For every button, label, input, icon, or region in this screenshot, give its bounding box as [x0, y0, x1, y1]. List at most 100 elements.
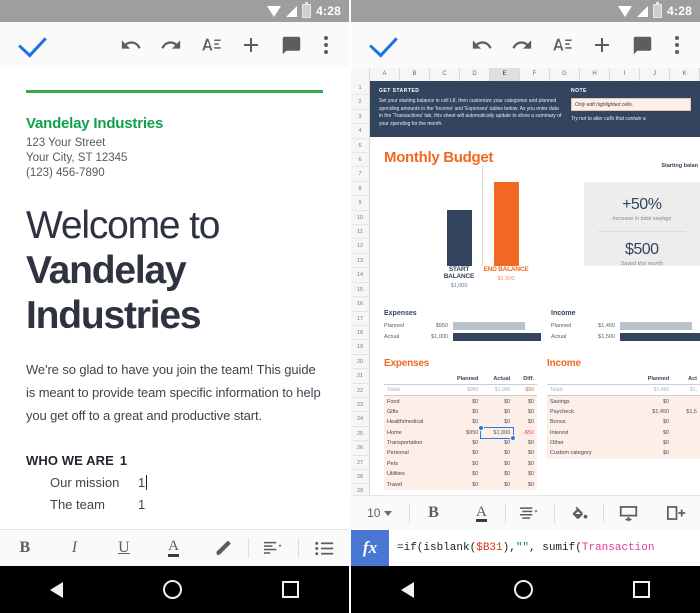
text-format-button[interactable] [542, 22, 582, 68]
toc-entry-who-we-are[interactable]: WHO WE ARE 1 [26, 453, 323, 468]
spreadsheet-canvas[interactable]: ABCDEFGHIJK 1 2 3 4 5 6 7 8 9 10 11 12 13 14 15 16 17 18 1… [351, 68, 700, 530]
category-name[interactable]: Travel [384, 479, 444, 490]
selection-handle[interactable] [478, 424, 485, 431]
planned-cell[interactable]: $0 [626, 448, 673, 459]
table-row[interactable]: Savings $0 [547, 395, 700, 407]
category-name[interactable]: Gifts [384, 406, 444, 418]
highlight-color-button[interactable] [198, 530, 248, 566]
table-row[interactable]: Home $950 $1,000 -$50 [384, 424, 537, 441]
actual-cell[interactable] [672, 417, 700, 428]
actual-cell[interactable]: $0 [481, 417, 514, 428]
category-name[interactable]: Bonus [547, 417, 627, 428]
category-name[interactable]: Interest [547, 427, 627, 438]
column-header-b[interactable]: B [400, 68, 430, 81]
category-name[interactable]: Health/medical [384, 417, 444, 428]
row-header-11[interactable]: 11 [351, 225, 369, 240]
diff-cell[interactable]: $0 [513, 406, 537, 418]
planned-cell[interactable]: $950 [443, 427, 482, 438]
table-row[interactable]: Utilities $0 $0 $0 [384, 469, 537, 480]
comment-button[interactable] [622, 22, 662, 68]
undo-button[interactable] [462, 22, 502, 68]
planned-cell[interactable]: $0 [443, 406, 482, 418]
insert-button[interactable] [582, 22, 622, 68]
row-header-1[interactable]: 1 [351, 81, 369, 96]
row-header-5[interactable]: 5 [351, 139, 369, 154]
text-color-button[interactable]: A [457, 496, 505, 530]
home-circle-icon[interactable] [514, 580, 533, 599]
underline-button[interactable]: U [99, 530, 149, 566]
italic-button[interactable]: I [50, 530, 100, 566]
comment-button[interactable] [271, 22, 311, 68]
row-header-2[interactable]: 2 [351, 95, 369, 110]
diff-cell[interactable]: $0 [513, 469, 537, 480]
actual-cell[interactable]: $0 [481, 437, 514, 449]
planned-cell[interactable]: $0 [626, 417, 673, 428]
planned-cell[interactable]: $0 [443, 479, 482, 490]
column-header-g[interactable]: G [550, 68, 580, 81]
table-row[interactable]: Paycheck $1,450 $1,5 [547, 406, 700, 418]
row-header-15[interactable]: 15 [351, 283, 369, 298]
row-header-7[interactable]: 7 [351, 167, 369, 182]
diff-cell[interactable]: $0 [513, 395, 537, 407]
planned-cell[interactable]: $1,450 [626, 406, 673, 418]
row-header-28[interactable]: 28 [351, 470, 369, 485]
row-header-16[interactable]: 16 [351, 297, 369, 312]
home-circle-icon[interactable] [163, 580, 182, 599]
table-row[interactable]: Personal $0 $0 $0 [384, 448, 537, 459]
redo-button[interactable] [502, 22, 542, 68]
column-header-h[interactable]: H [580, 68, 610, 81]
column-header-k[interactable]: K [670, 68, 700, 81]
table-row[interactable]: Bonus $0 [547, 417, 700, 428]
diff-cell[interactable]: $0 [513, 417, 537, 428]
row-header-8[interactable]: 8 [351, 182, 369, 197]
actual-cell[interactable] [672, 437, 700, 449]
column-header-f[interactable]: F [520, 68, 550, 81]
row-header-14[interactable]: 14 [351, 268, 369, 283]
planned-cell[interactable]: $0 [443, 448, 482, 459]
list-button[interactable] [299, 530, 349, 566]
row-header-18[interactable]: 18 [351, 326, 369, 341]
align-button[interactable] [249, 530, 299, 566]
more-options-button[interactable] [662, 22, 692, 68]
font-size-selector[interactable]: 10 [351, 496, 409, 530]
actual-cell[interactable]: $1,000 [478, 424, 517, 441]
category-name[interactable]: Utilities [384, 469, 444, 480]
category-name[interactable]: Home [384, 427, 444, 438]
sheet-grid[interactable]: GET STARTED Set your starting balance in… [370, 81, 700, 530]
recents-square-icon[interactable] [282, 581, 299, 598]
row-header-22[interactable]: 22 [351, 384, 369, 398]
column-header-a[interactable]: A [370, 68, 400, 81]
row-header-24[interactable]: 24 [351, 412, 369, 427]
row-header-4[interactable]: 4 [351, 124, 369, 139]
category-name[interactable]: Custom category [547, 448, 627, 459]
table-row[interactable]: Food $0 $0 $0 [384, 395, 537, 407]
actual-cell[interactable]: $0 [481, 395, 514, 407]
row-header-3[interactable]: 3 [351, 110, 369, 125]
text-format-button[interactable] [191, 22, 231, 68]
actual-cell[interactable]: $0 [481, 469, 514, 480]
align-button[interactable] [506, 496, 554, 530]
category-name[interactable]: Other [547, 437, 627, 449]
text-color-button[interactable]: A [149, 530, 199, 566]
recents-square-icon[interactable] [633, 581, 650, 598]
toc-entry-the-team[interactable]: The team 1 [26, 497, 323, 512]
actual-cell[interactable]: $0 [481, 448, 514, 459]
diff-cell[interactable]: -$50 [513, 427, 537, 438]
planned-cell[interactable]: $0 [443, 469, 482, 480]
table-row[interactable]: Other $0 [547, 437, 700, 449]
column-header-c[interactable]: C [430, 68, 460, 81]
diff-cell[interactable]: $0 [513, 479, 537, 490]
toc-entry-our-mission[interactable]: Our mission 1 [26, 475, 323, 490]
actual-cell[interactable] [672, 395, 700, 407]
actual-cell[interactable] [672, 448, 700, 459]
planned-cell[interactable]: $0 [443, 395, 482, 407]
row-header-25[interactable]: 25 [351, 427, 369, 442]
expenses-table[interactable]: Planned Actual Diff. Totals $950 $1,000 -$50 Fo… [384, 374, 537, 490]
row-header-17[interactable]: 17 [351, 312, 369, 326]
column-header-e[interactable]: E [490, 68, 520, 81]
insert-button[interactable] [231, 22, 271, 68]
planned-cell[interactable]: $0 [443, 458, 482, 469]
document-canvas[interactable]: Vandelay Industries 123 Your Street Your… [0, 68, 349, 530]
row-header-27[interactable]: 27 [351, 456, 369, 470]
row-header-23[interactable]: 23 [351, 398, 369, 413]
